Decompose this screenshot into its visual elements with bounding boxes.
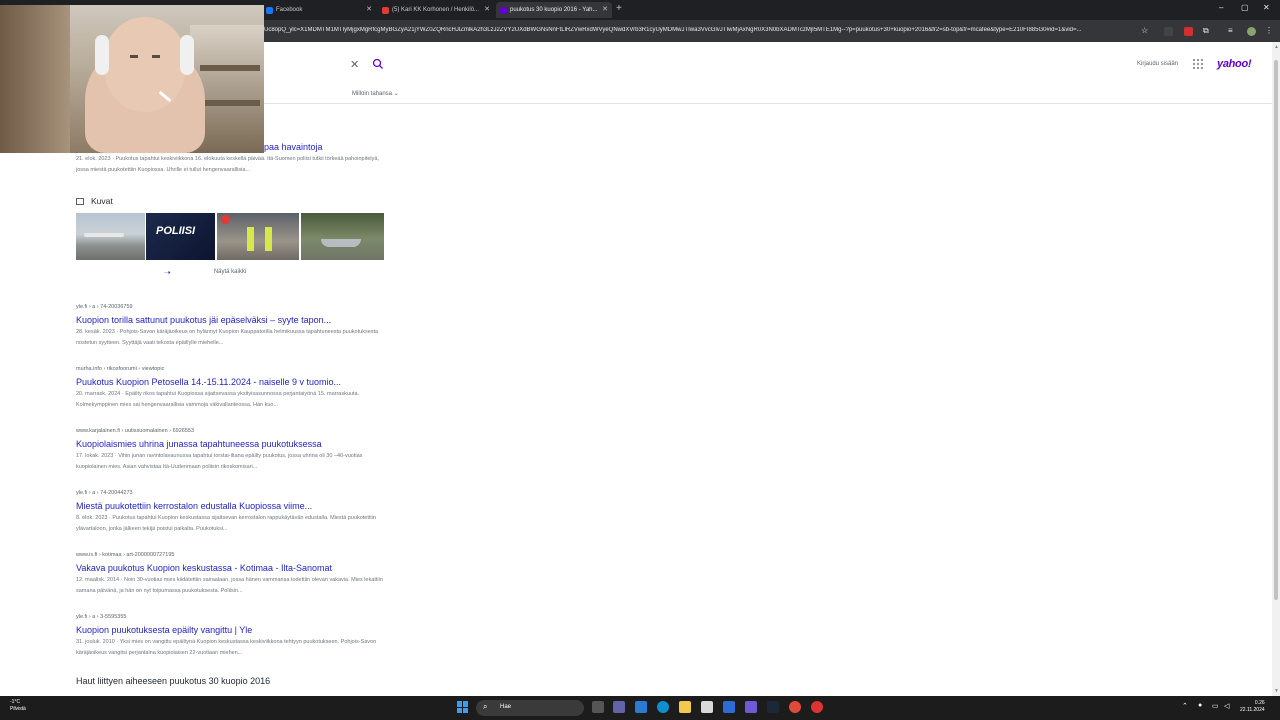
result-title[interactable]: Miestä puukotettiin kerrostalon edustall… — [76, 501, 312, 511]
calculator-icon[interactable] — [701, 701, 713, 713]
scroll-down-icon[interactable]: ▼ — [1274, 688, 1279, 694]
result-snippet: 8. elok. 2023 · Puukotus tapahtui Kuopio… — [76, 515, 376, 532]
result-title[interactable]: Puukotus Kuopion Petosella 14.-15.11.202… — [76, 377, 341, 387]
volume-icon[interactable]: ◁ — [1224, 702, 1229, 710]
tab-facebook[interactable]: Facebook ✕ — [262, 2, 376, 18]
search-box[interactable]: ✕ — [264, 54, 394, 76]
result-site: yle.fi › a › 3-5595355 — [76, 614, 127, 620]
browser-menu-icon[interactable]: ⋮ — [1265, 26, 1273, 35]
result-title[interactable]: Kuopion torilla sattunut puukotus jäi ep… — [76, 315, 331, 325]
close-tab-icon[interactable]: ✕ — [484, 5, 490, 13]
profile-avatar[interactable] — [1247, 27, 1256, 36]
clear-search-icon[interactable]: ✕ — [350, 58, 359, 71]
start-button-icon[interactable] — [457, 701, 469, 713]
apps-grid-icon[interactable] — [1193, 59, 1203, 69]
teams-icon[interactable] — [613, 701, 625, 713]
tab-label: (5) Kari KK Korhonen / Henkilö... — [392, 7, 480, 13]
url-field[interactable]: Uc8opQ_ylc=X1MDMTM1MTIyMjgxMgRfcgMyBGZyA… — [264, 27, 1134, 33]
result-snippet: 20. marrask. 2024 · Epäilty rikos tapaht… — [76, 391, 360, 408]
clock-time: 0.26 — [1254, 700, 1265, 706]
webcam-overlay — [0, 5, 264, 153]
result-site: murha.info › rikosfoorumi › viewtopic — [76, 366, 165, 372]
show-all-images-link[interactable]: Näytä kaikki — [76, 269, 384, 275]
tab-henkilo[interactable]: (5) Kari KK Korhonen / Henkilö... ✕ — [378, 2, 494, 18]
result-snippet: 21. elok. 2023 · Puukotus tapahtui keski… — [76, 156, 379, 173]
scroll-up-icon[interactable]: ▲ — [1274, 44, 1279, 50]
search-icon: ⌕ — [483, 702, 488, 711]
file-explorer-icon[interactable] — [679, 701, 691, 713]
images-section-heading[interactable]: Kuvat — [76, 196, 113, 206]
tab-label: puukotus 30 kuopio 2016 - Yah... — [510, 7, 598, 13]
related-searches-heading: Haut liittyen aiheeseen puukotus 30 kuop… — [76, 676, 271, 686]
tray-chevron-icon[interactable]: ⌃ — [1182, 702, 1188, 710]
vscode-icon[interactable] — [723, 701, 735, 713]
result-title[interactable]: Kuopiolaismies uhrina junassa tapahtunee… — [76, 439, 322, 449]
obs-icon[interactable] — [811, 701, 823, 713]
taskbar-search-placeholder: Hae — [500, 704, 512, 710]
task-view-icon[interactable] — [592, 701, 604, 713]
edge-icon[interactable] — [657, 701, 669, 713]
yahoo-logo[interactable]: yahoo! — [1217, 58, 1252, 70]
discord-icon[interactable] — [745, 701, 757, 713]
close-window-button[interactable]: ✕ — [1263, 3, 1270, 12]
weather-temp: -1°C — [10, 699, 21, 705]
bookmark-star-icon[interactable]: ☆ — [1141, 26, 1148, 35]
signin-link[interactable]: Kirjaudu sisään — [1137, 61, 1178, 67]
result-site: yle.fi › a › 74-20044273 — [76, 490, 133, 496]
red-favicon-icon — [382, 6, 389, 14]
minimize-button[interactable]: – — [1219, 3, 1223, 12]
extension-icon[interactable] — [1164, 27, 1173, 36]
system-clock[interactable]: 0.26 22.11.2024 — [1240, 700, 1265, 714]
result-site: www.is.fi › kotimaa › art-2000000727195 — [76, 552, 175, 558]
chrome-icon[interactable] — [789, 701, 801, 713]
image-thumbnail-airport[interactable] — [76, 213, 145, 260]
close-tab-icon[interactable]: ✕ — [602, 5, 608, 13]
facebook-favicon-icon — [266, 6, 273, 14]
tab-yahoo-search[interactable]: puukotus 30 kuopio 2016 - Yah... ✕ — [496, 2, 612, 18]
yahoo-favicon-icon — [500, 6, 507, 14]
scrollbar-thumb[interactable] — [1274, 60, 1278, 600]
result-title[interactable]: Kuopion puukotuksesta epäilty vangittu |… — [76, 625, 252, 635]
extensions-puzzle-icon[interactable]: ⧉ — [1203, 26, 1209, 36]
result-snippet: 12. maalisk. 2014 · Noin 30-vuotias mies… — [76, 577, 383, 594]
result-title-partial[interactable]: paa havaintoja — [264, 142, 323, 152]
search-icon[interactable] — [372, 58, 384, 70]
close-tab-icon[interactable]: ✕ — [366, 5, 372, 13]
network-icon[interactable]: ▭ — [1212, 702, 1219, 710]
microphone-icon[interactable]: ● — [1198, 702, 1202, 709]
weather-widget[interactable]: -1°C Pilvistä — [10, 699, 26, 713]
image-thumbnail-boats[interactable] — [301, 213, 384, 260]
image-thumbnail-officers[interactable] — [217, 213, 299, 260]
result-site: www.karjalainen.fi › uutissuomalainen › … — [76, 428, 195, 434]
clock-date: 22.11.2024 — [1240, 707, 1265, 713]
weather-desc: Pilvistä — [10, 706, 26, 712]
restore-button[interactable]: ▢ — [1241, 3, 1249, 12]
result-title[interactable]: Vakava puukotus Kuopion keskustassa - Ko… — [76, 563, 332, 573]
reading-list-icon[interactable]: ≡ — [1228, 26, 1233, 35]
adblock-extension-icon[interactable] — [1184, 27, 1193, 36]
image-thumbnail-police[interactable]: POLIISI — [146, 213, 215, 260]
result-snippet: 31. jouluk. 2010 · Yksi mies on vangittu… — [76, 639, 377, 656]
result-snippet: 28. kesäk. 2023 · Pohjois-Savon käräjäoi… — [76, 329, 379, 346]
new-tab-button[interactable]: + — [616, 3, 622, 14]
store-icon[interactable] — [635, 701, 647, 713]
tab-label: Facebook — [276, 7, 303, 13]
windows-taskbar: -1°C Pilvistä ⌕ Hae ⌃ ● ▭ ◁ 0.26 22.11.2… — [0, 696, 1280, 720]
time-filter-dropdown[interactable]: Milloin tahansa ⌄ — [352, 90, 399, 97]
steam-icon[interactable] — [767, 701, 779, 713]
image-icon — [76, 198, 84, 205]
result-snippet: 17. lokak. 2023 · Vihin junan ravintolav… — [76, 453, 363, 470]
taskbar-search[interactable]: ⌕ Hae — [476, 700, 584, 716]
images-heading-label: Kuvat — [91, 196, 113, 206]
result-site: yle.fi › a › 74-20036759 — [76, 304, 133, 310]
